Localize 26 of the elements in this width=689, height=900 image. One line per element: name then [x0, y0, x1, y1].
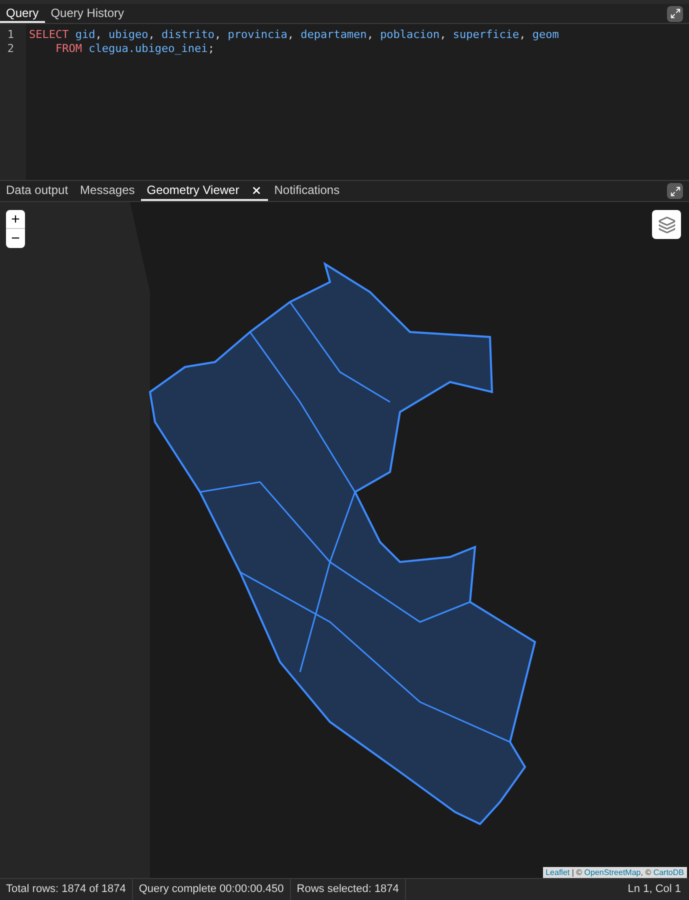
- cursor-position: Ln 1, Col 1: [628, 882, 682, 898]
- attribution: Leaflet | © OpenStreetMap, © CartoDB: [542, 867, 687, 878]
- line-number: 1: [6, 28, 15, 42]
- tab[interactable]: Messages: [74, 181, 141, 201]
- expand-icon: [670, 8, 680, 19]
- zoom-out-button[interactable]: −: [6, 229, 25, 248]
- status-text: Query complete 00:00:00.450: [132, 879, 291, 900]
- attribution-link[interactable]: CartoDB: [653, 868, 684, 877]
- layers-icon: [658, 216, 676, 234]
- code-editor[interactable]: SELECT gid, ubigeo, distrito, provincia, departamen, poblacion, superficie, geom FROM clegua.ubigeo_inei;: [26, 24, 689, 180]
- expand-button[interactable]: [667, 6, 683, 22]
- status-text: Rows selected: 1874: [290, 879, 406, 900]
- code-line: FROM clegua.ubigeo_inei;: [54, 42, 216, 56]
- line-number: 2: [6, 42, 15, 56]
- tab[interactable]: Query History: [44, 4, 130, 23]
- status-text: Total rows: 1874 of 1874: [0, 879, 133, 900]
- code-line: SELECT gid, ubigeo, distrito, provincia, departamen, poblacion, superficie, geom: [29, 28, 560, 42]
- layers-button[interactable]: [652, 210, 681, 239]
- attribution-link[interactable]: Leaflet: [546, 868, 570, 877]
- tab[interactable]: Notifications: [268, 181, 346, 201]
- attribution-link[interactable]: OpenStreetMap: [584, 868, 641, 877]
- close-icon[interactable]: [251, 184, 262, 196]
- tab[interactable]: Data output: [0, 181, 74, 201]
- expand-icon: [670, 186, 680, 196]
- zoom-in-button[interactable]: +: [6, 210, 25, 229]
- expand-button[interactable]: [667, 183, 683, 199]
